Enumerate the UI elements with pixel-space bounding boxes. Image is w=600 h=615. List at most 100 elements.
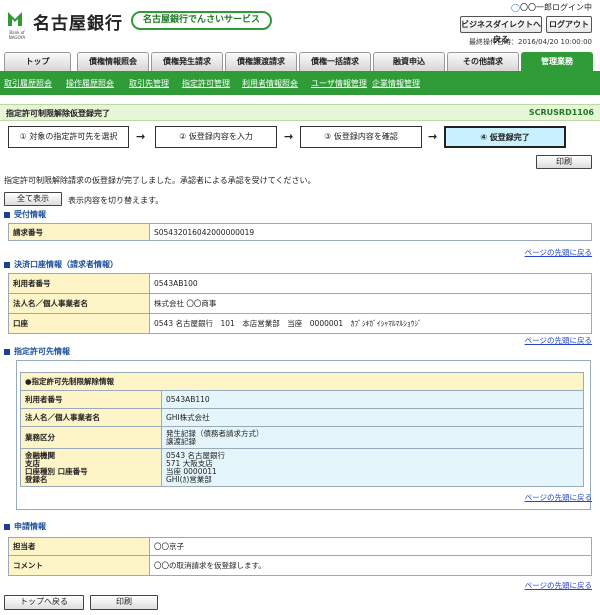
business-type-1: 発生記録（債務者請求方式）: [166, 428, 264, 438]
staff-value: 〇〇京子: [149, 537, 592, 556]
fin-value-branch: 571 大阪支店: [166, 458, 213, 468]
subnav-permit-management[interactable]: 指定許可管理: [182, 78, 230, 89]
financial-labels: 金融機関 支店 口座種別 口座番号 登録名: [20, 448, 162, 487]
screen-code: SCRUSRD1106: [528, 108, 594, 117]
permit-table: ●指定許可先制限解除情報 利用者番号 0543AB110 法人名／個人事業者名 GH…: [20, 372, 584, 487]
financial-values: 0543 名古屋銀行 571 大阪支店 当座 0000011 GHI(ｶ)営業部: [161, 448, 584, 487]
business-type-label: 業務区分: [20, 426, 162, 449]
login-user: ◯〇〇一郎ログイン中: [511, 2, 592, 13]
step-2: ② 仮登録内容を入力: [155, 126, 277, 148]
print-button-top[interactable]: 印刷: [536, 155, 592, 169]
section-marker-icon: [4, 348, 10, 355]
page-top-link[interactable]: ページの先頭に戻る: [525, 247, 592, 258]
subnav-user-info[interactable]: 利用者情報照会: [242, 78, 298, 89]
tab-management[interactable]: 管理業務: [521, 52, 593, 71]
login-user-label: 〇〇一郎ログイン中: [520, 3, 592, 12]
tab-top[interactable]: トップ: [4, 52, 71, 71]
subnav-operation-history[interactable]: 操作履歴照会: [66, 78, 114, 89]
section-account-title: 決済口座情報（請求者情報）: [14, 260, 118, 269]
request-number-label: 請求番号: [8, 223, 150, 241]
table-row: 担当者 〇〇京子: [8, 537, 592, 556]
step-3: ③ 仮登録内容を確認: [300, 126, 422, 148]
account-label: 口座: [8, 313, 150, 334]
step-arrow-icon: →: [136, 130, 146, 143]
permit-user-number-label: 利用者番号: [20, 390, 162, 409]
tab-inquiry[interactable]: 債権情報照会: [77, 52, 149, 71]
permit-box-title: ●指定許可先制限解除情報: [20, 372, 584, 391]
permit-corp-label: 法人名／個人事業者名: [20, 408, 162, 427]
table-row: 利用者番号 0543AB110: [20, 390, 584, 409]
main-tabs: トップ 債権情報照会 債権発生請求 債権譲渡請求 債権一括請求 融資申込 その他…: [4, 52, 594, 71]
logout-button[interactable]: ログアウト: [546, 16, 592, 33]
section-permit: 指定許可先情報: [4, 346, 70, 357]
bank-logo-icon: [6, 10, 24, 28]
permit-user-number-value: 0543AB110: [161, 390, 584, 409]
section-reception-title: 受付情報: [14, 210, 46, 219]
page-top-link[interactable]: ページの先頭に戻る: [525, 580, 592, 591]
print-button-bottom[interactable]: 印刷: [90, 595, 158, 610]
logo-subtext: Bank of NAGOYA: [8, 30, 26, 40]
table-row: 業務区分 発生記録（債務者請求方式） 譲渡記録: [20, 426, 584, 449]
tab-issue[interactable]: 債権発生請求: [151, 52, 223, 71]
section-permit-title: 指定許可先情報: [14, 347, 70, 356]
apply-table: 担当者 〇〇京子 コメント 〇〇の取消請求を仮登録します。: [8, 537, 592, 576]
table-row: 金融機関 支店 口座種別 口座番号 登録名 0543 名古屋銀行 571 大阪支店 当座 …: [20, 448, 584, 487]
subnav-user-management[interactable]: ユーザ情報管理: [311, 78, 367, 89]
page-top-link[interactable]: ページの先頭に戻る: [525, 335, 592, 346]
back-to-top-button[interactable]: トップへ戻る: [4, 595, 84, 610]
tab-transfer[interactable]: 債権譲渡請求: [225, 52, 297, 71]
table-row: 法人名／個人事業者名 GHI株式会社: [20, 408, 584, 427]
page-top-link[interactable]: ページの先頭に戻る: [525, 492, 592, 503]
table-row: 請求番号 S05432016042000000019: [8, 223, 592, 241]
step-arrow-icon: →: [284, 130, 294, 143]
business-direct-button[interactable]: ビジネスダイレクトへ戻る: [460, 16, 542, 44]
staff-label: 担当者: [8, 537, 150, 556]
fin-label-regname: 登録名: [25, 474, 48, 484]
section-apply: 申請情報: [4, 521, 46, 532]
table-row: コメント 〇〇の取消請求を仮登録します。: [8, 555, 592, 576]
step-arrow-icon: →: [428, 130, 438, 143]
subnav-partner-management[interactable]: 取引先管理: [129, 78, 169, 89]
account-table: 利用者番号 0543AB100 法人名／個人事業者名 株式会社 〇〇商事 口座 054…: [8, 273, 592, 334]
step-4-current: ④ 仮登録完了: [444, 126, 566, 148]
section-marker-icon: [4, 523, 10, 530]
page-title: 指定許可制限解除仮登録完了: [6, 109, 110, 118]
table-row: 口座 0543 名古屋銀行 101 本店営業部 当座 0000001 ｶﾌﾞｼｷｶ…: [8, 313, 592, 334]
business-type-value: 発生記録（債務者請求方式） 譲渡記録: [161, 426, 584, 449]
business-type-2: 譲渡記録: [166, 436, 196, 446]
table-row: 利用者番号 0543AB100: [8, 273, 592, 294]
fin-value-account: 当座 0000011: [166, 466, 217, 476]
corp-name-label: 法人名／個人事業者名: [8, 293, 150, 314]
table-row: 法人名／個人事業者名 株式会社 〇〇商事: [8, 293, 592, 314]
tab-bulk[interactable]: 債権一括請求: [299, 52, 371, 71]
sub-navigation: 取引履歴照会 操作履歴照会 取引先管理 指定許可管理 利用者情報照会 ユーザ情報…: [0, 71, 600, 95]
page-title-bar: 指定許可制限解除仮登録完了 SCRUSRD1106: [0, 104, 600, 121]
fin-label-bank: 金融機関: [25, 450, 55, 460]
step-1: ① 対象の指定許可先を選択: [8, 126, 129, 148]
comment-value: 〇〇の取消請求を仮登録します。: [149, 555, 592, 576]
user-number-value: 0543AB100: [149, 273, 592, 294]
completion-message: 指定許可制限解除請求の仮登録が完了しました。承認者による承認を受けてください。: [4, 176, 316, 185]
tab-other[interactable]: その他請求: [447, 52, 519, 71]
corp-name-value: 株式会社 〇〇商事: [149, 293, 592, 314]
subnav-company-management[interactable]: 企業情報管理: [372, 78, 420, 89]
permit-corp-value: GHI株式会社: [161, 408, 584, 427]
show-all-button[interactable]: 全て表示: [4, 192, 62, 206]
show-all-note: 表示内容を切り替えます。: [68, 196, 164, 205]
user-icon: ◯: [511, 3, 520, 12]
account-value: 0543 名古屋銀行 101 本店営業部 当座 0000001 ｶﾌﾞｼｷｶﾞｲ…: [149, 313, 592, 334]
fin-value-regname: GHI(ｶ)営業部: [166, 474, 212, 484]
fin-value-bank: 0543 名古屋銀行: [166, 450, 225, 460]
section-marker-icon: [4, 261, 10, 268]
service-badge: 名古屋銀行でんさいサービス: [131, 11, 273, 30]
last-operation-time: 最終操作日時：2016/04/20 10:00:00: [468, 38, 592, 46]
section-reception: 受付情報: [4, 209, 46, 220]
tab-loan[interactable]: 融資申込: [373, 52, 445, 71]
user-number-label: 利用者番号: [8, 273, 150, 294]
section-account: 決済口座情報（請求者情報）: [4, 259, 118, 270]
comment-label: コメント: [8, 555, 150, 576]
reception-table: 請求番号 S05432016042000000019: [8, 223, 592, 241]
table-row: ●指定許可先制限解除情報: [20, 372, 584, 391]
request-number-value: S05432016042000000019: [149, 223, 592, 241]
subnav-transaction-history[interactable]: 取引履歴照会: [4, 78, 52, 89]
